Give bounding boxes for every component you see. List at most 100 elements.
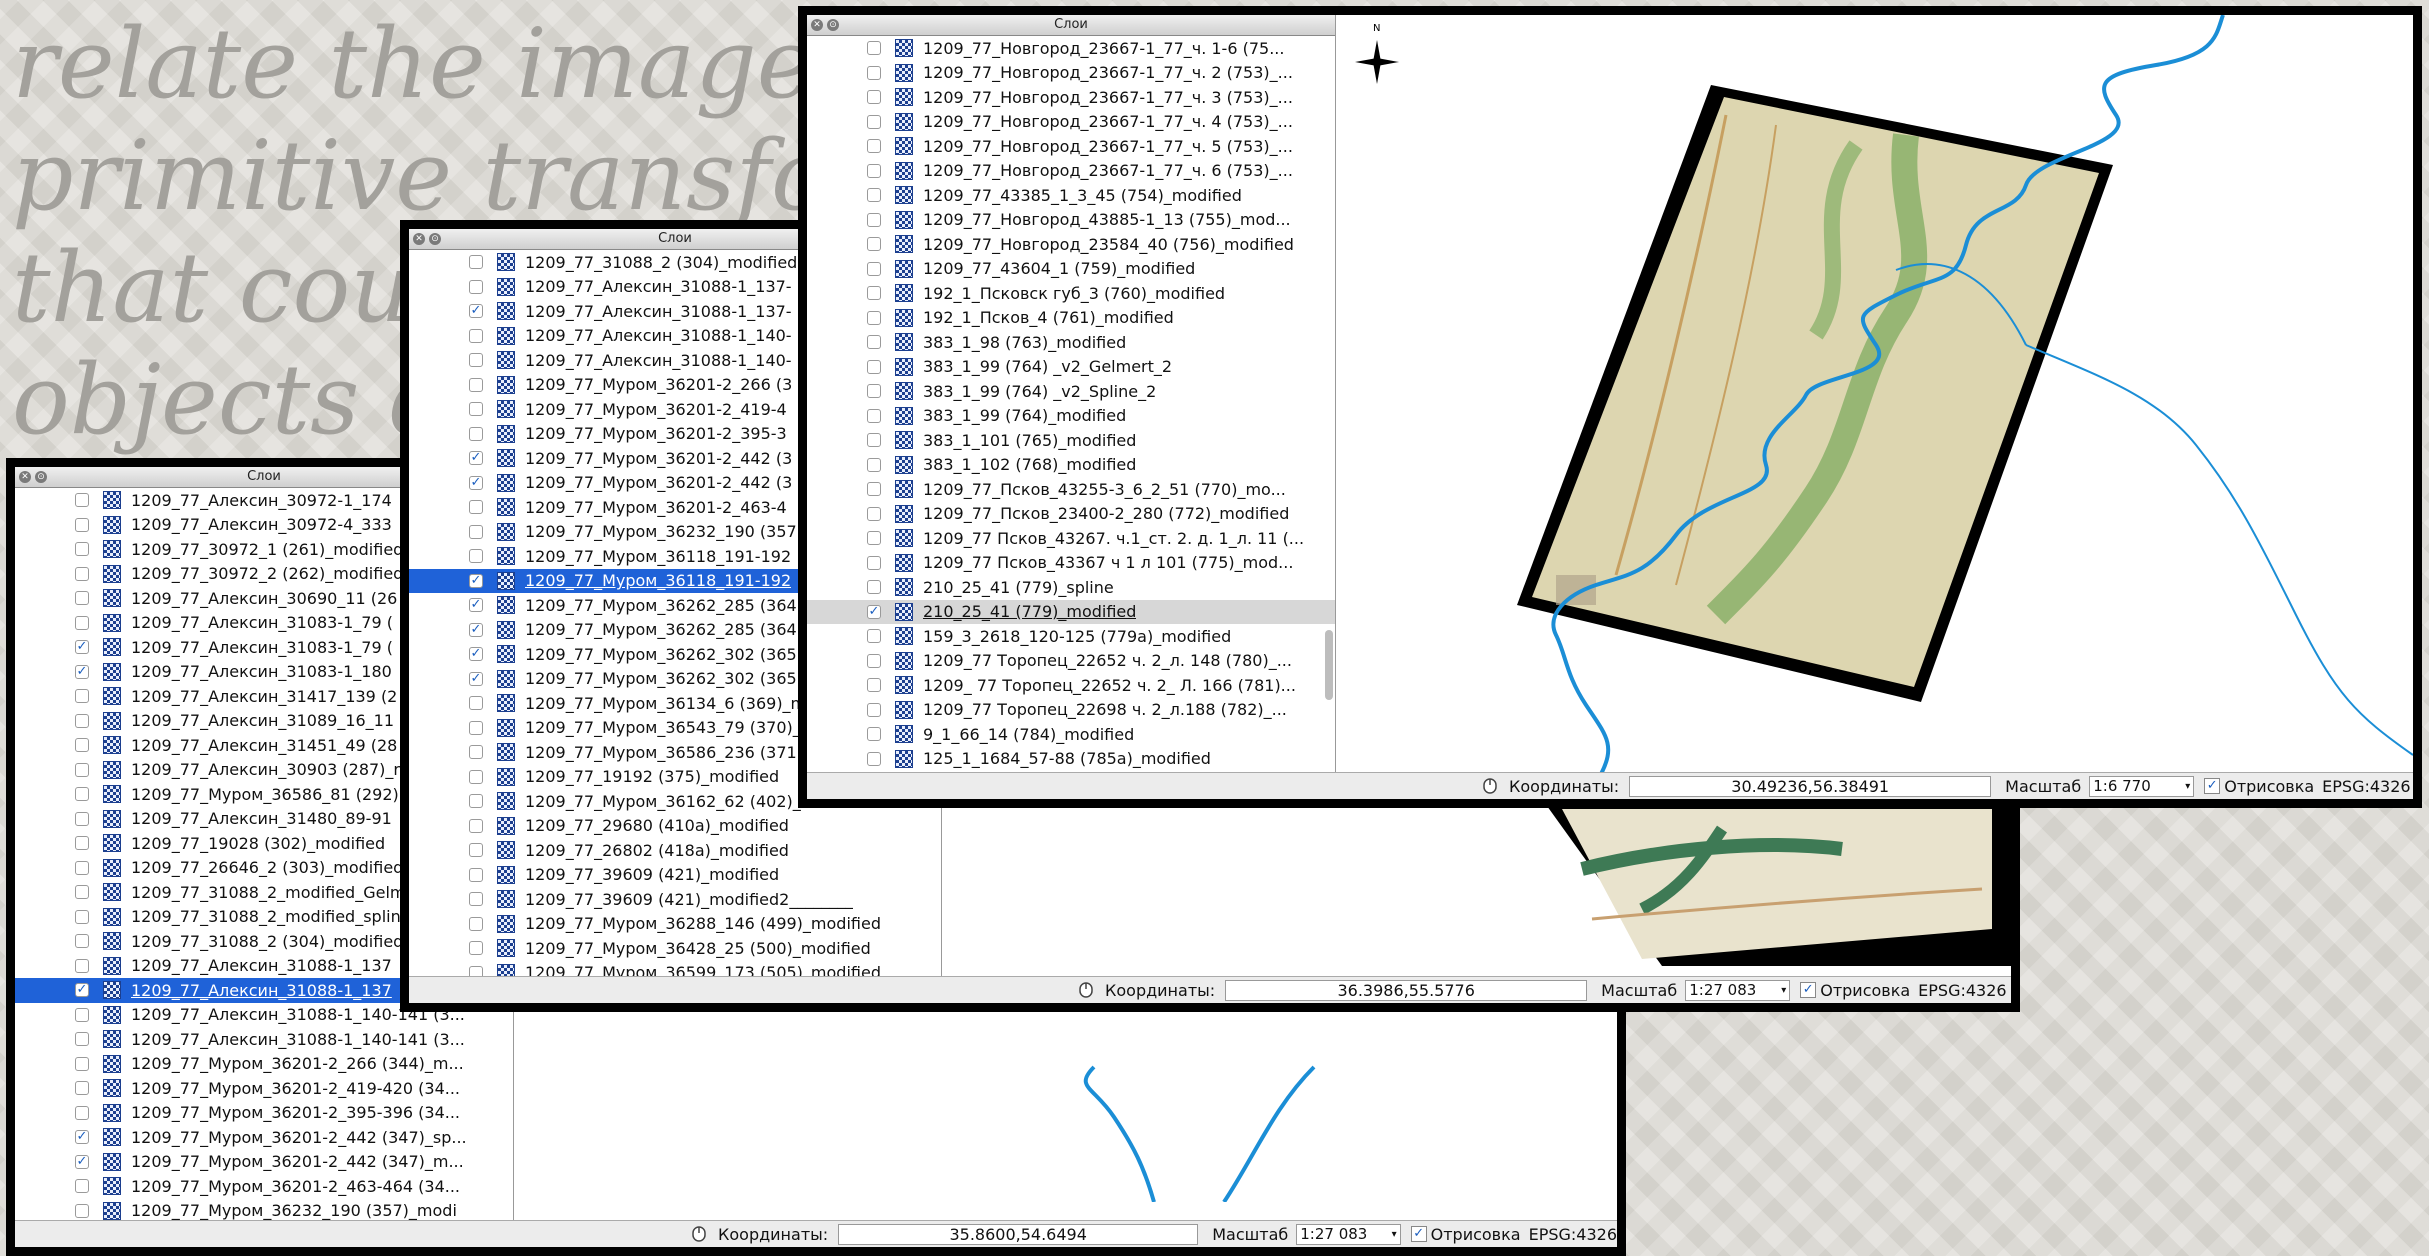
close-icon[interactable]: ✕ — [19, 471, 31, 483]
layer-row[interactable]: 1209_77_43385_1_3_45 (754)_modified — [807, 183, 1335, 208]
mouse-icon[interactable] — [1077, 981, 1095, 999]
layer-visibility-checkbox[interactable] — [867, 41, 881, 56]
layer-row[interactable]: 1209_77 Псков_43267. ч.1_ст. 2. д. 1_л. … — [807, 526, 1335, 551]
layer-visibility-checkbox[interactable] — [867, 163, 881, 178]
float-icon[interactable]: ⊙ — [827, 19, 839, 31]
layer-row[interactable]: 1209_77_Новгород_43885-1_13 (755)_mod... — [807, 208, 1335, 233]
layer-visibility-checkbox[interactable] — [867, 335, 881, 350]
layer-visibility-checkbox[interactable]: ✓ — [75, 1154, 89, 1169]
layer-visibility-checkbox[interactable] — [867, 90, 881, 105]
layer-visibility-checkbox[interactable] — [867, 384, 881, 399]
layer-row[interactable]: 1209_77 Псков_43367 ч 1 л 101 (775)_mod.… — [807, 551, 1335, 576]
layer-row[interactable]: 1209_77_Алексин_31088-1_140-141 (3... — [15, 1027, 513, 1052]
layer-visibility-checkbox[interactable] — [75, 591, 89, 606]
layer-row[interactable]: 383_1_99 (764) _v2_Spline_2 — [807, 379, 1335, 404]
float-icon[interactable]: ⊙ — [429, 233, 441, 245]
layer-row[interactable]: ✓ 1209_77_Муром_36201-2_442 (347)_m... — [15, 1150, 513, 1175]
layer-visibility-checkbox[interactable] — [75, 542, 89, 557]
layer-visibility-checkbox[interactable]: ✓ — [469, 647, 483, 662]
layer-visibility-checkbox[interactable] — [469, 500, 483, 515]
layer-visibility-checkbox[interactable] — [75, 958, 89, 973]
layer-visibility-checkbox[interactable] — [867, 359, 881, 374]
layer-visibility-checkbox[interactable] — [469, 720, 483, 735]
layer-visibility-checkbox[interactable] — [867, 506, 881, 521]
layer-row[interactable]: ✓ 210_25_41 (779)_modified — [807, 599, 1335, 624]
layer-visibility-checkbox[interactable] — [469, 916, 483, 931]
layer-visibility-checkbox[interactable] — [867, 751, 881, 766]
coords-field[interactable]: 30.49236,56.38491 — [1629, 775, 1992, 797]
layer-row[interactable]: 1209_77_Новгород_23667-1_77_ч. 4 (753)_.… — [807, 110, 1335, 135]
layer-visibility-checkbox[interactable] — [867, 457, 881, 472]
layer-visibility-checkbox[interactable] — [867, 531, 881, 546]
layer-row[interactable]: 1209_77_Новгород_23667-1_77_ч. 5 (753)_.… — [807, 134, 1335, 159]
layer-visibility-checkbox[interactable] — [867, 702, 881, 717]
layer-visibility-checkbox[interactable] — [75, 1081, 89, 1096]
layer-visibility-checkbox[interactable] — [867, 310, 881, 325]
layer-row[interactable]: 383_1_99 (764)_modified — [807, 404, 1335, 429]
layer-row[interactable]: 1209_77 Торопец_22652 ч. 2_л. 148 (780)_… — [807, 649, 1335, 674]
layer-row[interactable]: 1209_77_39609 (421)_modified — [409, 863, 941, 888]
scale-combo[interactable]: 1:27 083 ▾ — [1296, 1223, 1401, 1245]
float-icon[interactable]: ⊙ — [35, 471, 47, 483]
layer-visibility-checkbox[interactable] — [75, 885, 89, 900]
layer-visibility-checkbox[interactable] — [75, 713, 89, 728]
layer-visibility-checkbox[interactable] — [469, 426, 483, 441]
layer-visibility-checkbox[interactable] — [867, 212, 881, 227]
crs-label[interactable]: EPSG:4326 — [2322, 777, 2410, 796]
layer-row[interactable]: 1209_77_Псков_23400-2_280 (772)_modified — [807, 502, 1335, 527]
close-icon[interactable]: ✕ — [413, 233, 425, 245]
layer-row[interactable]: 1209_77_Новгород_23667-1_77_ч. 6 (753)_.… — [807, 159, 1335, 184]
layer-visibility-checkbox[interactable] — [469, 769, 483, 784]
layer-visibility-checkbox[interactable] — [867, 408, 881, 423]
render-checkbox[interactable]: ✓ — [1800, 982, 1817, 998]
layer-visibility-checkbox[interactable] — [469, 818, 483, 833]
layer-visibility-checkbox[interactable] — [867, 482, 881, 497]
layer-row[interactable]: 383_1_102 (768)_modified — [807, 453, 1335, 478]
layer-visibility-checkbox[interactable] — [75, 787, 89, 802]
layer-row[interactable]: 1209_77_Новгород_23667-1_77_ч. 1-6 (75..… — [807, 36, 1335, 61]
layer-visibility-checkbox[interactable] — [469, 255, 483, 270]
layer-visibility-checkbox[interactable] — [469, 843, 483, 858]
layer-row[interactable]: 1209_77_26802 (418a)_modified — [409, 838, 941, 863]
layer-row[interactable]: 1209_77_Новгород_23584_40 (756)_modified — [807, 232, 1335, 257]
layer-visibility-checkbox[interactable] — [469, 794, 483, 809]
layer-visibility-checkbox[interactable] — [469, 549, 483, 564]
layer-visibility-checkbox[interactable] — [75, 1105, 89, 1120]
layer-visibility-checkbox[interactable]: ✓ — [469, 671, 483, 686]
layer-visibility-checkbox[interactable] — [867, 188, 881, 203]
layer-visibility-checkbox[interactable] — [469, 745, 483, 760]
layer-row[interactable]: 1209_77_39609 (421)_modified2________ — [409, 887, 941, 912]
scale-combo[interactable]: 1:27 083 ▾ — [1685, 979, 1791, 1001]
layer-row[interactable]: 1209_77 Торопец_22698 ч. 2_л.188 (782)_.… — [807, 698, 1335, 723]
layer-visibility-checkbox[interactable] — [75, 689, 89, 704]
layer-row[interactable]: 1209_77_Муром_36201-2_395-396 (34... — [15, 1101, 513, 1126]
layer-visibility-checkbox[interactable] — [867, 65, 881, 80]
layer-visibility-checkbox[interactable] — [469, 402, 483, 417]
layer-visibility-checkbox[interactable] — [75, 493, 89, 508]
layer-visibility-checkbox[interactable] — [75, 836, 89, 851]
layer-row[interactable]: 210_25_41 (779)_spline — [807, 575, 1335, 600]
layer-visibility-checkbox[interactable] — [75, 738, 89, 753]
layer-visibility-checkbox[interactable] — [469, 377, 483, 392]
crs-label[interactable]: EPSG:4326 — [1918, 981, 2006, 1000]
layer-visibility-checkbox[interactable] — [469, 353, 483, 368]
layer-visibility-checkbox[interactable] — [75, 517, 89, 532]
layers-list[interactable]: 1209_77_Новгород_23667-1_77_ч. 1-6 (75..… — [807, 36, 1335, 799]
coords-field[interactable]: 36.3986,55.5776 — [1225, 979, 1588, 1001]
map-canvas[interactable]: N — [1336, 15, 2413, 772]
layer-row[interactable]: ✓ 1209_77_Муром_36201-2_442 (347)_sp... — [15, 1125, 513, 1150]
layer-visibility-checkbox[interactable] — [867, 261, 881, 276]
layer-visibility-checkbox[interactable] — [75, 1203, 89, 1218]
layer-visibility-checkbox[interactable]: ✓ — [469, 304, 483, 319]
render-checkbox[interactable]: ✓ — [1410, 1226, 1427, 1242]
layer-row[interactable]: 159_3_2618_120-125 (779a)_modified — [807, 624, 1335, 649]
layer-visibility-checkbox[interactable] — [469, 279, 483, 294]
render-checkbox[interactable]: ✓ — [2204, 778, 2221, 794]
coords-field[interactable]: 35.8600,54.6494 — [838, 1223, 1199, 1245]
layer-visibility-checkbox[interactable] — [867, 555, 881, 570]
layer-visibility-checkbox[interactable]: ✓ — [469, 573, 483, 588]
layer-visibility-checkbox[interactable] — [75, 762, 89, 777]
layer-row[interactable]: 192_1_Псковск губ_3 (760)_modified — [807, 281, 1335, 306]
layer-visibility-checkbox[interactable]: ✓ — [469, 451, 483, 466]
layer-row[interactable]: 1209_77_Псков_43255-3_6_2_51 (770)_mo... — [807, 477, 1335, 502]
